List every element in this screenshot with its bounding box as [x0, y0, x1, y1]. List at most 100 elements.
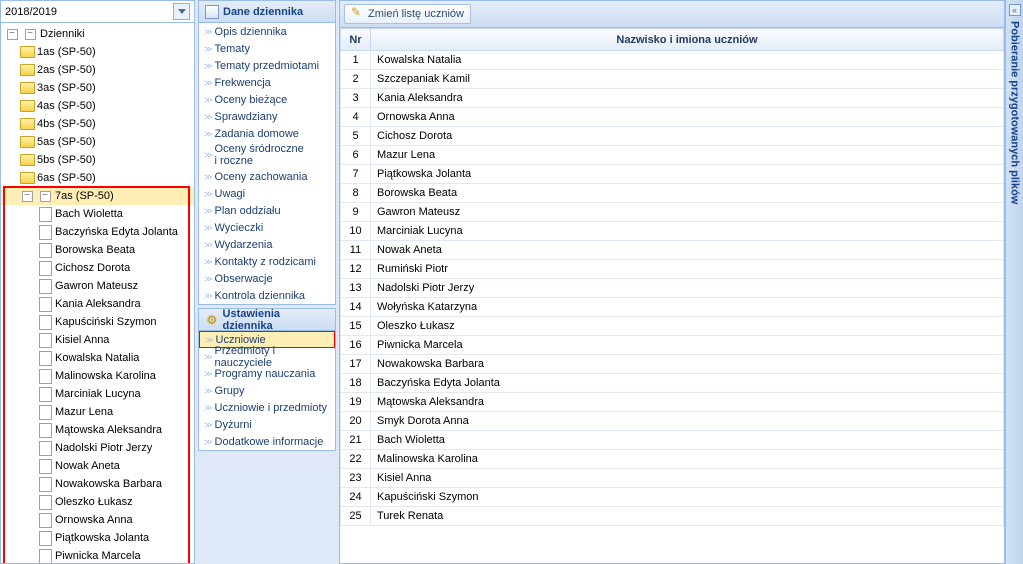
table-row[interactable]: 10Marciniak Lucyna — [341, 222, 1004, 241]
tree-student[interactable]: Gawron Mateusz — [1, 277, 194, 295]
tree-class[interactable]: 2as (SP-50) — [1, 61, 194, 79]
menu-label: Dyżurni — [215, 419, 252, 431]
year-selector[interactable]: 2018/2019 — [1, 1, 194, 23]
right-collapsed-panel[interactable]: « Pobieranie przygotowanych plików — [1005, 0, 1023, 564]
tree-student[interactable]: Piwnicka Marcela — [1, 547, 194, 563]
tree-label: Ornowska Anna — [55, 514, 133, 526]
file-icon — [37, 404, 53, 420]
dane-item[interactable]: >>Opis dziennika — [199, 23, 335, 40]
dane-item[interactable]: >>Kontakty z rodzicami — [199, 253, 335, 270]
table-row[interactable]: 2Szczepaniak Kamil — [341, 70, 1004, 89]
dane-item[interactable]: >>Zadania domowe — [199, 125, 335, 142]
tree-student[interactable]: Nowak Aneta — [1, 457, 194, 475]
cell-nr: 10 — [341, 222, 371, 241]
tree-class[interactable]: 5as (SP-50) — [1, 133, 194, 151]
ust-item[interactable]: >>Grupy — [199, 382, 335, 399]
table-row[interactable]: 5Cichosz Dorota — [341, 127, 1004, 146]
tree-label: Piątkowska Jolanta — [55, 532, 149, 544]
tree-student[interactable]: Baczyńska Edyta Jolanta — [1, 223, 194, 241]
tree-student[interactable]: Kania Aleksandra — [1, 295, 194, 313]
folder-icon — [19, 152, 35, 168]
tree-class[interactable]: 1as (SP-50) — [1, 43, 194, 61]
tree-student[interactable]: Mazur Lena — [1, 403, 194, 421]
tree-student[interactable]: Piątkowska Jolanta — [1, 529, 194, 547]
table-row[interactable]: 7Piątkowska Jolanta — [341, 165, 1004, 184]
dane-item[interactable]: >>Plan oddziału — [199, 202, 335, 219]
tree-student[interactable]: Mątowska Aleksandra — [1, 421, 194, 439]
dane-item[interactable]: >>Uwagi — [199, 185, 335, 202]
tree-class[interactable]: 3as (SP-50) — [1, 79, 194, 97]
table-row[interactable]: 17Nowakowska Barbara — [341, 355, 1004, 374]
table-row[interactable]: 22Malinowska Karolina — [341, 450, 1004, 469]
tree-student[interactable]: Ornowska Anna — [1, 511, 194, 529]
year-dropdown-icon[interactable] — [173, 3, 190, 20]
table-row[interactable]: 3Kania Aleksandra — [341, 89, 1004, 108]
change-list-button[interactable]: Zmień listę uczniów — [344, 4, 471, 24]
ust-item[interactable]: >>Dyżurni — [199, 416, 335, 433]
dane-item[interactable]: >>Kontrola dziennika — [199, 287, 335, 304]
ust-item[interactable]: >>Przedmioty i nauczyciele — [199, 348, 335, 365]
dane-item[interactable]: >>Wycieczki — [199, 219, 335, 236]
ust-item[interactable]: >>Dodatkowe informacje — [199, 433, 335, 450]
tree-student[interactable]: Nowakowska Barbara — [1, 475, 194, 493]
table-row[interactable]: 21Bach Wioletta — [341, 431, 1004, 450]
table-row[interactable]: 6Mazur Lena — [341, 146, 1004, 165]
table-row[interactable]: 9Gawron Mateusz — [341, 203, 1004, 222]
table-row[interactable]: 1Kowalska Natalia — [341, 51, 1004, 70]
collapse-icon[interactable] — [4, 26, 20, 42]
table-row[interactable]: 23Kisiel Anna — [341, 469, 1004, 488]
tree-root[interactable]: Dzienniki — [1, 25, 194, 43]
table-row[interactable]: 13Nadolski Piotr Jerzy — [341, 279, 1004, 298]
table-row[interactable]: 11Nowak Aneta — [341, 241, 1004, 260]
table-row[interactable]: 18Baczyńska Edyta Jolanta — [341, 374, 1004, 393]
tree-class[interactable]: 4bs (SP-50) — [1, 115, 194, 133]
dane-item[interactable]: >>Obserwacje — [199, 270, 335, 287]
tree-class[interactable]: 4as (SP-50) — [1, 97, 194, 115]
col-name[interactable]: Nazwisko i imiona uczniów — [371, 29, 1004, 51]
tree-student[interactable]: Malinowska Karolina — [1, 367, 194, 385]
ust-item[interactable]: >>Uczniowie i przedmioty — [199, 399, 335, 416]
collapse-icon[interactable] — [19, 188, 35, 204]
menu-label: Zadania domowe — [215, 128, 299, 140]
tree-label: Cichosz Dorota — [55, 262, 130, 274]
expand-icon[interactable]: « — [1009, 4, 1021, 16]
table-row[interactable]: 16Piwnicka Marcela — [341, 336, 1004, 355]
chevron-icon: >> — [204, 437, 211, 447]
dane-item[interactable]: >>Oceny bieżące — [199, 91, 335, 108]
tree-student[interactable]: Nadolski Piotr Jerzy — [1, 439, 194, 457]
dane-item[interactable]: >>Tematy przedmiotami — [199, 57, 335, 74]
tree-class[interactable]: 6as (SP-50) — [1, 169, 194, 187]
tree-student[interactable]: Kisiel Anna — [1, 331, 194, 349]
table-row[interactable]: 4Ornowska Anna — [341, 108, 1004, 127]
dane-item[interactable]: >>Oceny zachowania — [199, 168, 335, 185]
table-row[interactable]: 8Borowska Beata — [341, 184, 1004, 203]
tree-student[interactable]: Kapuściński Szymon — [1, 313, 194, 331]
dane-item[interactable]: >>Frekwencja — [199, 74, 335, 91]
tree-class[interactable]: 5bs (SP-50) — [1, 151, 194, 169]
tree-student[interactable]: Marciniak Lucyna — [1, 385, 194, 403]
dane-item[interactable]: >>Tematy — [199, 40, 335, 57]
table-row[interactable]: 14Wołyńska Katarzyna — [341, 298, 1004, 317]
table-row[interactable]: 25Turek Renata — [341, 507, 1004, 526]
folder-icon — [19, 134, 35, 150]
col-nr[interactable]: Nr — [341, 29, 371, 51]
table-row[interactable]: 12Rumiński Piotr — [341, 260, 1004, 279]
tree-student[interactable]: Borowska Beata — [1, 241, 194, 259]
dane-item[interactable]: >>Wydarzenia — [199, 236, 335, 253]
table-row[interactable]: 20Smyk Dorota Anna — [341, 412, 1004, 431]
chevron-icon: >> — [204, 240, 211, 250]
menu-label: Uczniowie i przedmioty — [215, 402, 327, 414]
tree-student[interactable]: Oleszko Łukasz — [1, 493, 194, 511]
tree-student[interactable]: Kowalska Natalia — [1, 349, 194, 367]
tree-student[interactable]: Bach Wioletta — [1, 205, 194, 223]
tree-student[interactable]: Cichosz Dorota — [1, 259, 194, 277]
table-row[interactable]: 15Oleszko Łukasz — [341, 317, 1004, 336]
dane-item[interactable]: >>Sprawdziany — [199, 108, 335, 125]
dane-item[interactable]: >>Oceny śródrocznei roczne — [199, 142, 335, 168]
tree-class[interactable]: 7as (SP-50) — [1, 187, 194, 205]
table-row[interactable]: 19Mątowska Aleksandra — [341, 393, 1004, 412]
chevron-icon: >> — [204, 172, 211, 182]
table-row[interactable]: 24Kapuściński Szymon — [341, 488, 1004, 507]
ust-item[interactable]: >>Programy nauczania — [199, 365, 335, 382]
chevron-icon: >> — [204, 61, 211, 71]
